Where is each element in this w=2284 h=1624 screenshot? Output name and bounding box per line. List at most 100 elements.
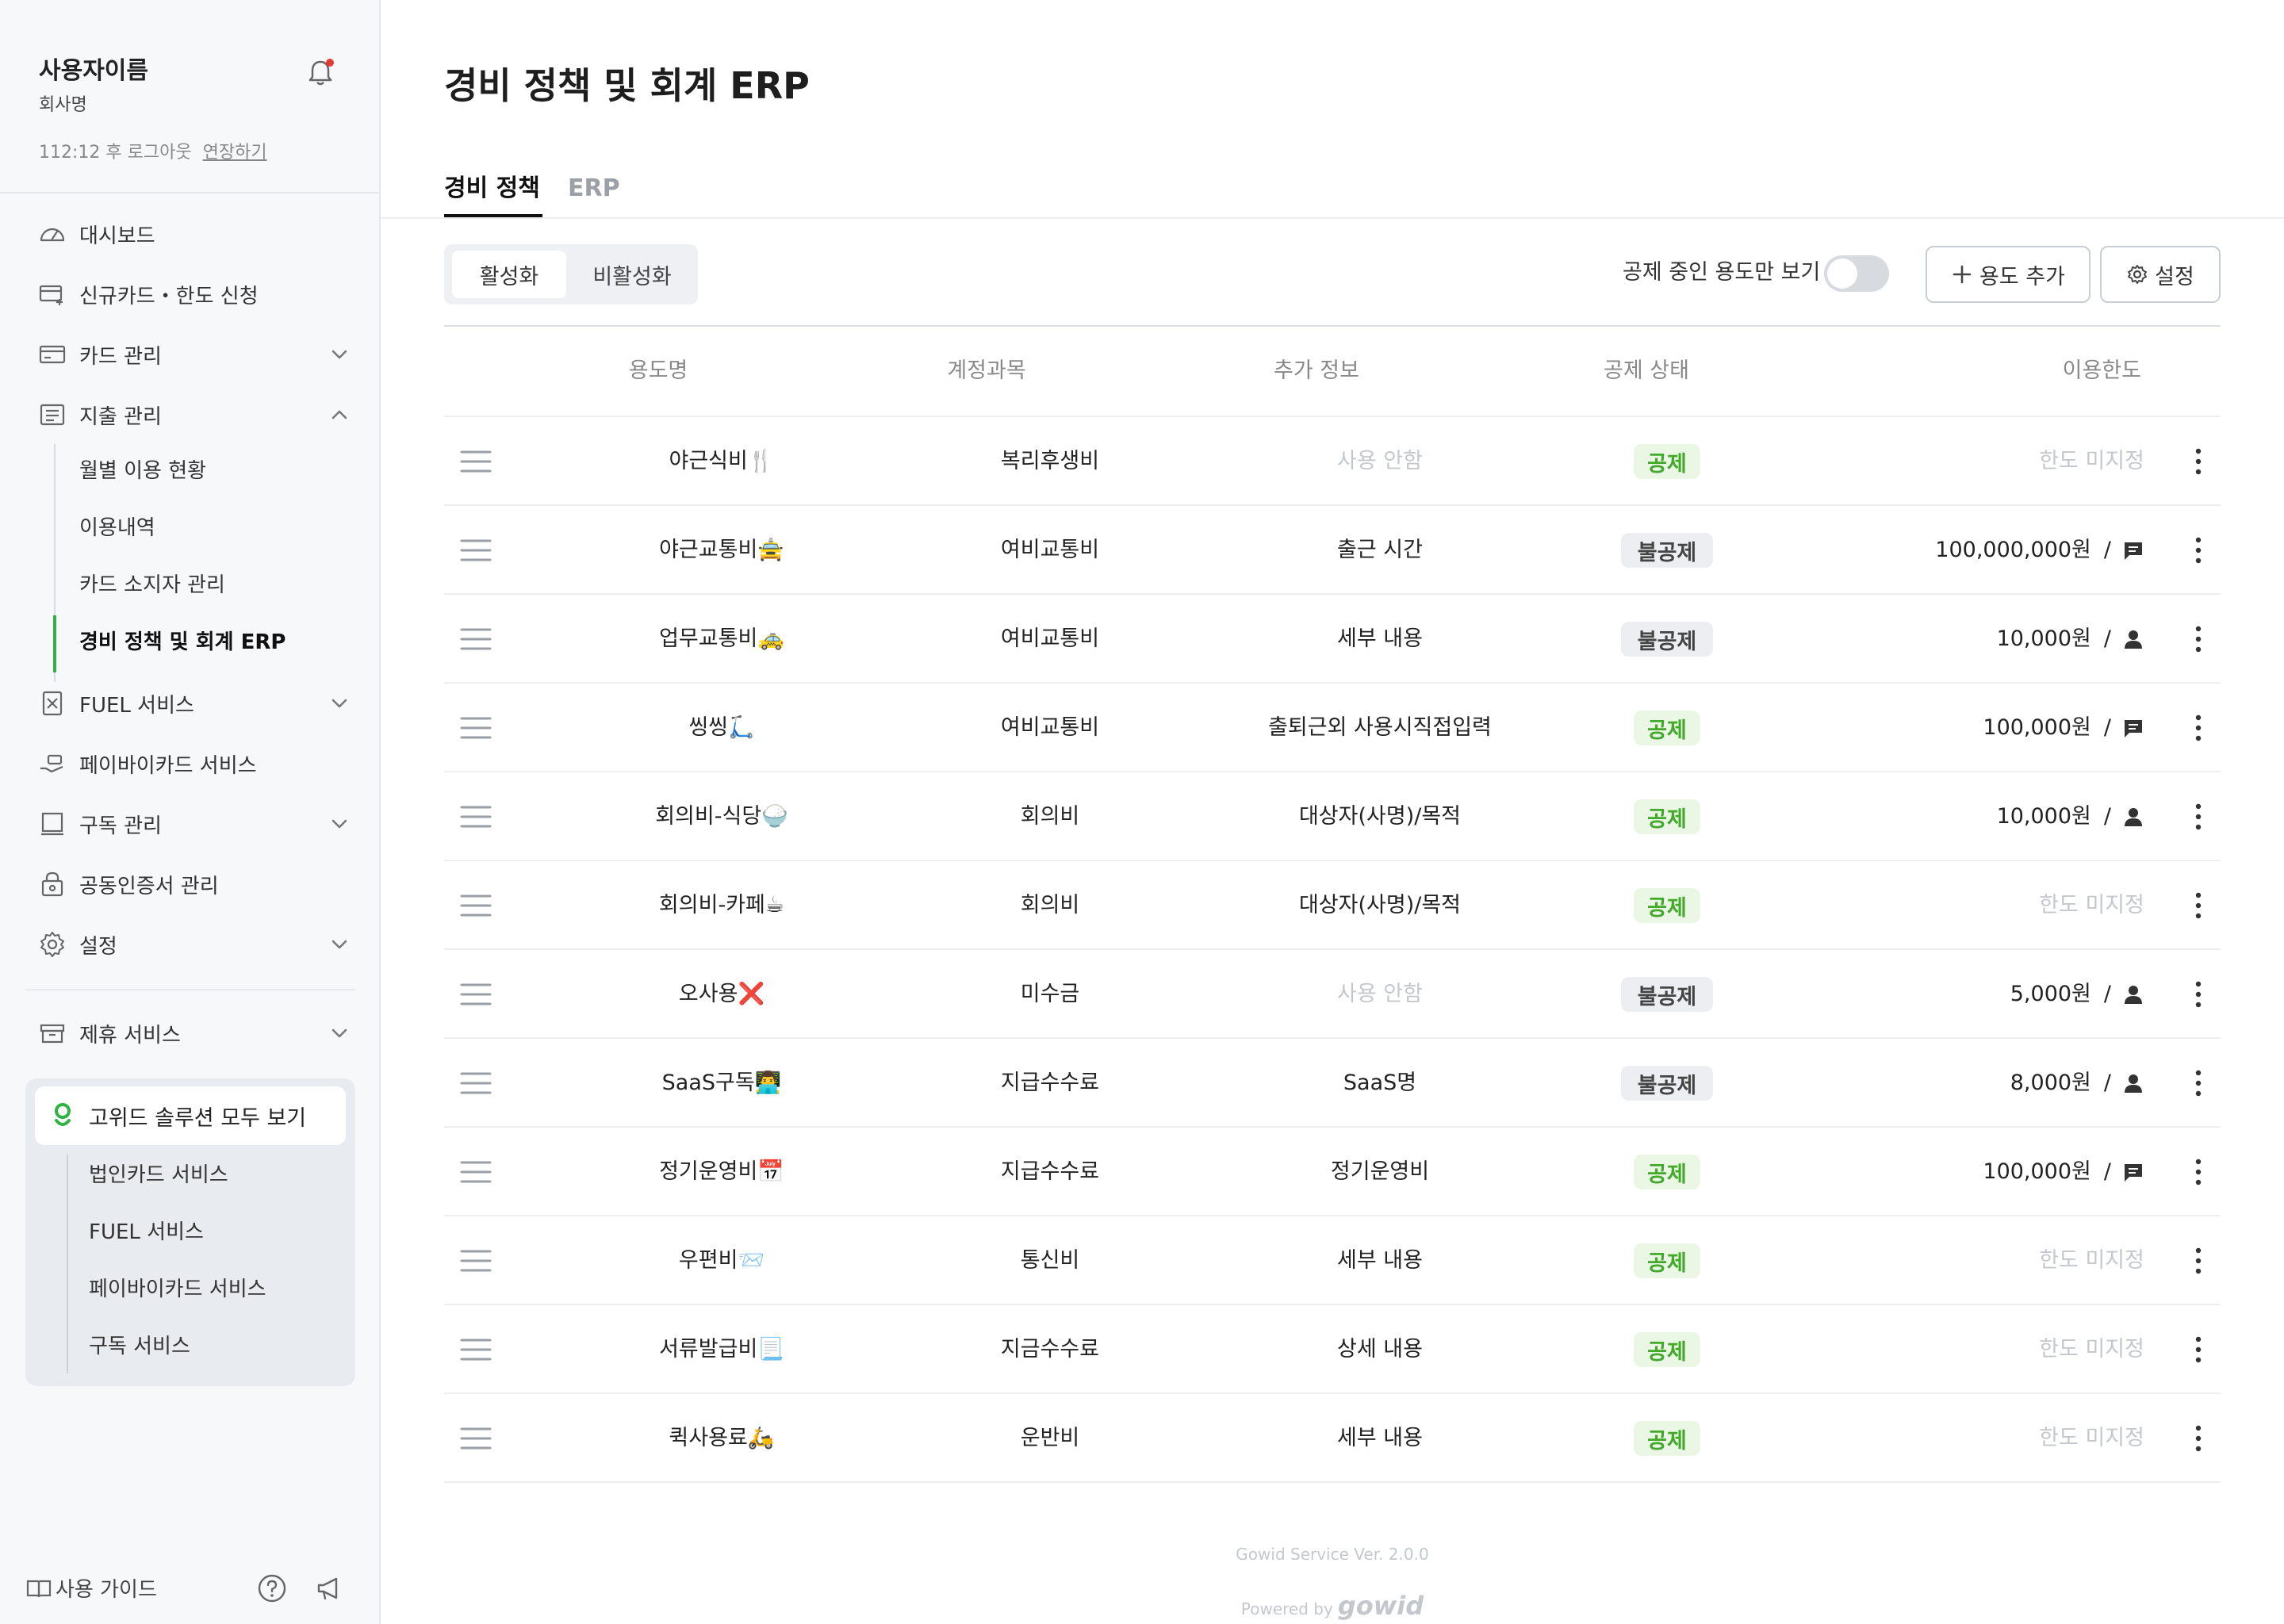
solution-item-fuel[interactable]: FUEL 서비스 <box>89 1216 204 1248</box>
tab-erp[interactable]: ERP <box>568 173 620 205</box>
sidebar-item-monthly-usage[interactable]: 월별 이용 현황 <box>79 455 206 487</box>
table-top-border <box>444 325 2221 327</box>
sidebar-item-label: FUEL 서비스 <box>79 693 194 718</box>
sidebar-item-card[interactable]: 카드 관리 <box>38 335 352 374</box>
chevron-down-icon[interactable] <box>327 342 352 367</box>
more-options-icon[interactable] <box>2194 802 2203 831</box>
table-row[interactable]: 야근교통비🚖 여비교통비 출근 시간 불공제 100,000,000원 / <box>444 504 2221 593</box>
solution-item-pay-by-card[interactable]: 페이바이카드 서비스 <box>89 1274 266 1305</box>
more-options-icon[interactable] <box>2194 1158 2203 1186</box>
chevron-up-icon[interactable] <box>327 402 352 427</box>
solution-item-corporate-card[interactable]: 법인카드 서비스 <box>89 1159 228 1191</box>
powered-by: Powered by gowid <box>381 1591 2284 1621</box>
message-icon <box>2125 720 2142 737</box>
table-row[interactable]: 야근식비🍴 복리후생비 사용 안함 공제 한도 미지정 <box>444 416 2221 504</box>
account-subject: 운반비 <box>1020 1426 1080 1450</box>
bell-icon[interactable] <box>305 57 336 89</box>
sidebar-item-certificate-lock[interactable]: 공동인증서 관리 <box>38 864 352 904</box>
drag-handle-icon[interactable] <box>460 538 492 563</box>
sidebar-item-usage-history[interactable]: 이용내역 <box>79 512 155 544</box>
purpose-name: 오사용❌ <box>678 982 765 1006</box>
account-subject: 여비교통비 <box>1000 626 1100 651</box>
drag-handle-icon[interactable] <box>460 1159 492 1185</box>
submenu-active-indicator <box>53 615 56 672</box>
more-options-icon[interactable] <box>2194 447 2203 476</box>
tab-expense-policy[interactable]: 경비 정책 <box>444 173 540 205</box>
drag-handle-icon[interactable] <box>460 1071 492 1096</box>
sidebar-item-partner-services[interactable]: 제휴 서비스 <box>38 1013 352 1053</box>
drag-handle-icon[interactable] <box>460 449 492 474</box>
sidebar-item-receipt[interactable]: 지출 관리 <box>38 395 352 435</box>
deduct-only-toggle[interactable] <box>1824 255 1889 292</box>
more-options-icon[interactable] <box>2194 891 2203 920</box>
more-options-icon[interactable] <box>2194 1335 2203 1364</box>
drag-handle-icon[interactable] <box>460 1426 492 1451</box>
extend-session-link[interactable]: 연장하기 <box>203 143 267 163</box>
usage-limit-value: 한도 미지정 <box>2039 449 2144 473</box>
toggle-knob <box>1827 259 1857 289</box>
user-guide-link[interactable]: 사용 가이드 <box>25 1573 157 1603</box>
sidebar-item-expense-policy[interactable]: 경비 정책 및 회계 ERP <box>79 626 286 658</box>
sidebar-item-hand-pay[interactable]: 페이바이카드 서비스 <box>38 744 352 783</box>
usage-limit-value: 100,000원 <box>1983 1159 2091 1184</box>
limit-separator: / <box>2103 982 2111 1006</box>
more-options-icon[interactable] <box>2194 1069 2203 1097</box>
segment-active[interactable]: 활성화 <box>452 251 566 298</box>
table-row[interactable]: 씽씽🛴 여비교통비 출퇴근외 사용시직접입력 공제 100,000원 / <box>444 682 2221 771</box>
chevron-down-icon[interactable] <box>327 932 352 957</box>
table-row[interactable]: 정기운영비📅 지급수수료 정기운영비 공제 100,000원 / <box>444 1126 2221 1215</box>
megaphone-icon[interactable] <box>314 1573 344 1603</box>
drag-handle-icon[interactable] <box>460 982 492 1007</box>
status-badge: 공제 <box>1634 1421 1700 1456</box>
sidebar-item-subscription[interactable]: 구독 관리 <box>38 804 352 844</box>
more-options-icon[interactable] <box>2194 714 2203 742</box>
sidebar-item-cardholder-management[interactable]: 카드 소지자 관리 <box>79 569 225 601</box>
chevron-down-icon[interactable] <box>327 1021 352 1046</box>
table-row[interactable]: 회의비-식당🍚 회의비 대상자(사명)/목적 공제 10,000원 / <box>444 771 2221 860</box>
table-row[interactable]: 회의비-카페☕ 회의비 대상자(사명)/목적 공제 한도 미지정 <box>444 860 2221 948</box>
status-badge: 불공제 <box>1621 533 1713 568</box>
drag-handle-icon[interactable] <box>460 715 492 741</box>
drag-handle-icon[interactable] <box>460 1337 492 1362</box>
purpose-name: 서류발급비📃 <box>659 1337 784 1362</box>
all-solutions-link[interactable]: 고위드 솔루션 모두 보기 <box>35 1086 346 1145</box>
status-segmented-control: 활성화 비활성화 <box>444 244 698 304</box>
chevron-down-icon[interactable] <box>327 691 352 716</box>
more-options-icon[interactable] <box>2194 1424 2203 1453</box>
gear-icon <box>40 932 64 957</box>
table-row[interactable]: 우편비📨 통신비 세부 내용 공제 한도 미지정 <box>444 1215 2221 1304</box>
more-options-icon[interactable] <box>2194 625 2203 653</box>
sidebar-item-gear[interactable]: 설정 <box>38 925 352 964</box>
sidebar-item-dashboard[interactable]: 대시보드 <box>38 214 352 254</box>
more-options-icon[interactable] <box>2194 980 2203 1009</box>
drag-handle-icon[interactable] <box>460 893 492 918</box>
segment-inactive[interactable]: 비활성화 <box>573 251 692 298</box>
drag-handle-icon[interactable] <box>460 626 492 652</box>
limit-separator: / <box>2103 804 2111 829</box>
add-purpose-button[interactable]: 용도 추가 <box>1926 246 2090 303</box>
drag-handle-icon[interactable] <box>460 1248 492 1274</box>
help-icon[interactable] <box>257 1573 287 1603</box>
more-options-icon[interactable] <box>2194 536 2203 565</box>
table-row[interactable]: 오사용❌ 미수금 사용 안함 불공제 5,000원 / <box>444 948 2221 1037</box>
solution-item-subscription[interactable]: 구독 서비스 <box>89 1331 190 1362</box>
subscription-icon <box>41 812 63 836</box>
more-options-icon[interactable] <box>2194 1247 2203 1275</box>
status-badge: 불공제 <box>1621 1066 1713 1101</box>
sidebar-item-label: 제휴 서비스 <box>79 1023 181 1048</box>
sidebar-item-fuel[interactable]: FUEL 서비스 <box>38 684 352 723</box>
table-row[interactable]: 퀵사용료🛵 운반비 세부 내용 공제 한도 미지정 <box>444 1392 2221 1481</box>
usage-limit: 한도 미지정 <box>2039 890 2144 921</box>
sidebar-item-card-add[interactable]: 신규카드・한도 신청 <box>38 274 352 314</box>
table-row[interactable]: 업무교통비🚕 여비교통비 세부 내용 불공제 10,000원 / <box>444 593 2221 682</box>
table-row[interactable]: SaaS구독👨‍💻 지급수수료 SaaS명 불공제 8,000원 / <box>444 1037 2221 1126</box>
sidebar-item-label: 대시보드 <box>79 224 155 248</box>
extra-info: 대상자(사명)/목적 <box>1298 893 1462 917</box>
profile: 사용자이름 회사명 112:12 후 로그아웃 연장하기 <box>39 56 340 165</box>
settings-button[interactable]: 설정 <box>2100 246 2221 303</box>
drag-handle-icon[interactable] <box>460 804 492 829</box>
chevron-down-icon[interactable] <box>327 811 352 837</box>
add-purpose-label: 용도 추가 <box>1979 264 2065 289</box>
table-row[interactable]: 서류발급비📃 지금수수료 상세 내용 공제 한도 미지정 <box>444 1304 2221 1392</box>
account-subject: 회의비 <box>1020 804 1080 829</box>
